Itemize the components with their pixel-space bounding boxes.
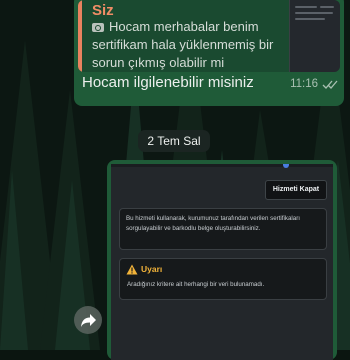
quote-thumbnail	[289, 0, 340, 72]
quoted-message[interactable]: Siz Hocam merhabalar benim sertifikam ha…	[78, 0, 340, 72]
warning-title: Uyarı	[141, 264, 163, 274]
thumbnail-line	[320, 6, 334, 8]
info-box: Bu hizmeti kullanarak, kurumunuz tarafın…	[119, 208, 327, 250]
info-text: Bu hizmeti kullanarak, kurumunuz tarafın…	[126, 215, 301, 232]
screenshot-top-bar	[111, 164, 333, 167]
message-text: Hocam ilgilenebilir misiniz	[82, 74, 254, 91]
warning-icon	[126, 264, 138, 275]
thumbnail-line	[295, 12, 333, 14]
outgoing-message-bubble[interactable]: Siz Hocam merhabalar benim sertifikam ha…	[74, 0, 344, 106]
screenshot-image[interactable]: Hizmeti Kapat Bu hizmeti kullanarak, kur…	[111, 164, 333, 360]
thumbnail-line	[295, 6, 317, 8]
forward-icon	[81, 314, 96, 327]
date-divider: 2 Tem Sal	[138, 130, 210, 152]
quote-text: Hocam merhabalar benim sertifikam hala y…	[92, 19, 274, 70]
image-message-bubble[interactable]: Hizmeti Kapat Bu hizmeti kullanarak, kur…	[107, 160, 337, 360]
quote-text-block: Hocam merhabalar benim sertifikam hala y…	[92, 18, 292, 72]
quote-sender: Siz	[92, 2, 114, 19]
quote-accent-bar	[78, 0, 82, 72]
close-service-button: Hizmeti Kapat	[265, 180, 327, 200]
thumbnail-line	[295, 18, 325, 20]
double-check-icon	[322, 80, 338, 89]
message-time: 11:16	[290, 78, 318, 90]
warning-box: Uyarı Aradığınız kritere ait herhangi bi…	[119, 258, 327, 300]
warning-text: Aradığınız kritere ait herhangi bir veri…	[127, 281, 265, 288]
screenshot-indicator	[283, 164, 289, 168]
camera-icon	[92, 23, 104, 32]
forward-button[interactable]	[74, 306, 102, 334]
